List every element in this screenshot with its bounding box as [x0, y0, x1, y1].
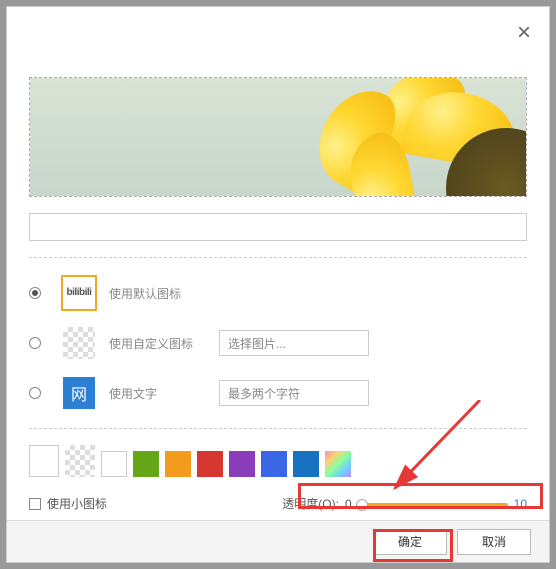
swatch-darkblue[interactable] — [293, 451, 319, 477]
cancel-button[interactable]: 取消 — [457, 529, 531, 555]
custom-icon-label: 使用自定义图标 — [109, 335, 219, 352]
default-icon-label: 使用默认图标 — [109, 285, 219, 302]
preview-image — [29, 77, 527, 197]
swatch-purple[interactable] — [229, 451, 255, 477]
small-icon-option[interactable]: 使用小图标 — [29, 495, 107, 512]
radio-custom-icon[interactable] — [29, 337, 41, 349]
custom-icon-thumb — [61, 325, 97, 361]
wang-icon: 网 — [63, 377, 95, 409]
title-input[interactable] — [29, 213, 527, 241]
swatch-white[interactable] — [101, 451, 127, 477]
transparency-max: 10 — [514, 497, 527, 511]
swatch-orange[interactable] — [165, 451, 191, 477]
transparency-min: 0 — [345, 497, 352, 511]
option-custom-icon[interactable]: 使用自定义图标 选择图片... — [29, 324, 527, 362]
option-default-icon[interactable]: bilibili 使用默认图标 — [29, 274, 527, 312]
text-icon-label: 使用文字 — [109, 385, 219, 402]
bilibili-icon: bilibili — [67, 288, 92, 298]
swatch-red[interactable] — [197, 451, 223, 477]
divider-2 — [29, 428, 527, 429]
ok-button[interactable]: 确定 — [373, 529, 447, 555]
swatch-green[interactable] — [133, 451, 159, 477]
divider — [29, 257, 527, 258]
transparency-slider[interactable] — [358, 498, 508, 510]
radio-default-icon[interactable] — [29, 287, 41, 299]
close-icon[interactable]: × — [517, 21, 531, 45]
option-text-icon[interactable]: 网 使用文字 最多两个字符 — [29, 374, 527, 412]
text-icon-thumb: 网 — [61, 375, 97, 411]
small-icon-checkbox[interactable] — [29, 498, 41, 510]
text-icon-input[interactable]: 最多两个字符 — [219, 380, 369, 406]
swatch-custom-color[interactable] — [325, 451, 351, 477]
button-row: 确定 取消 — [7, 520, 549, 562]
transparency-label: 透明度(O): — [282, 495, 339, 512]
radio-text-icon[interactable] — [29, 387, 41, 399]
swatch-white-large[interactable] — [29, 445, 59, 477]
color-swatch-row — [29, 445, 527, 477]
swatch-blue[interactable] — [261, 451, 287, 477]
swatch-transparent-large[interactable] — [65, 445, 95, 477]
transparency-control: 透明度(O): 0 10 — [282, 495, 527, 512]
default-icon-thumb: bilibili — [61, 275, 97, 311]
small-icon-label: 使用小图标 — [47, 495, 107, 512]
dialog: × bilibili 使用默认图标 使用自定义图标 选择图片... 网 使用文字… — [6, 6, 550, 563]
select-image-button[interactable]: 选择图片... — [219, 330, 369, 356]
